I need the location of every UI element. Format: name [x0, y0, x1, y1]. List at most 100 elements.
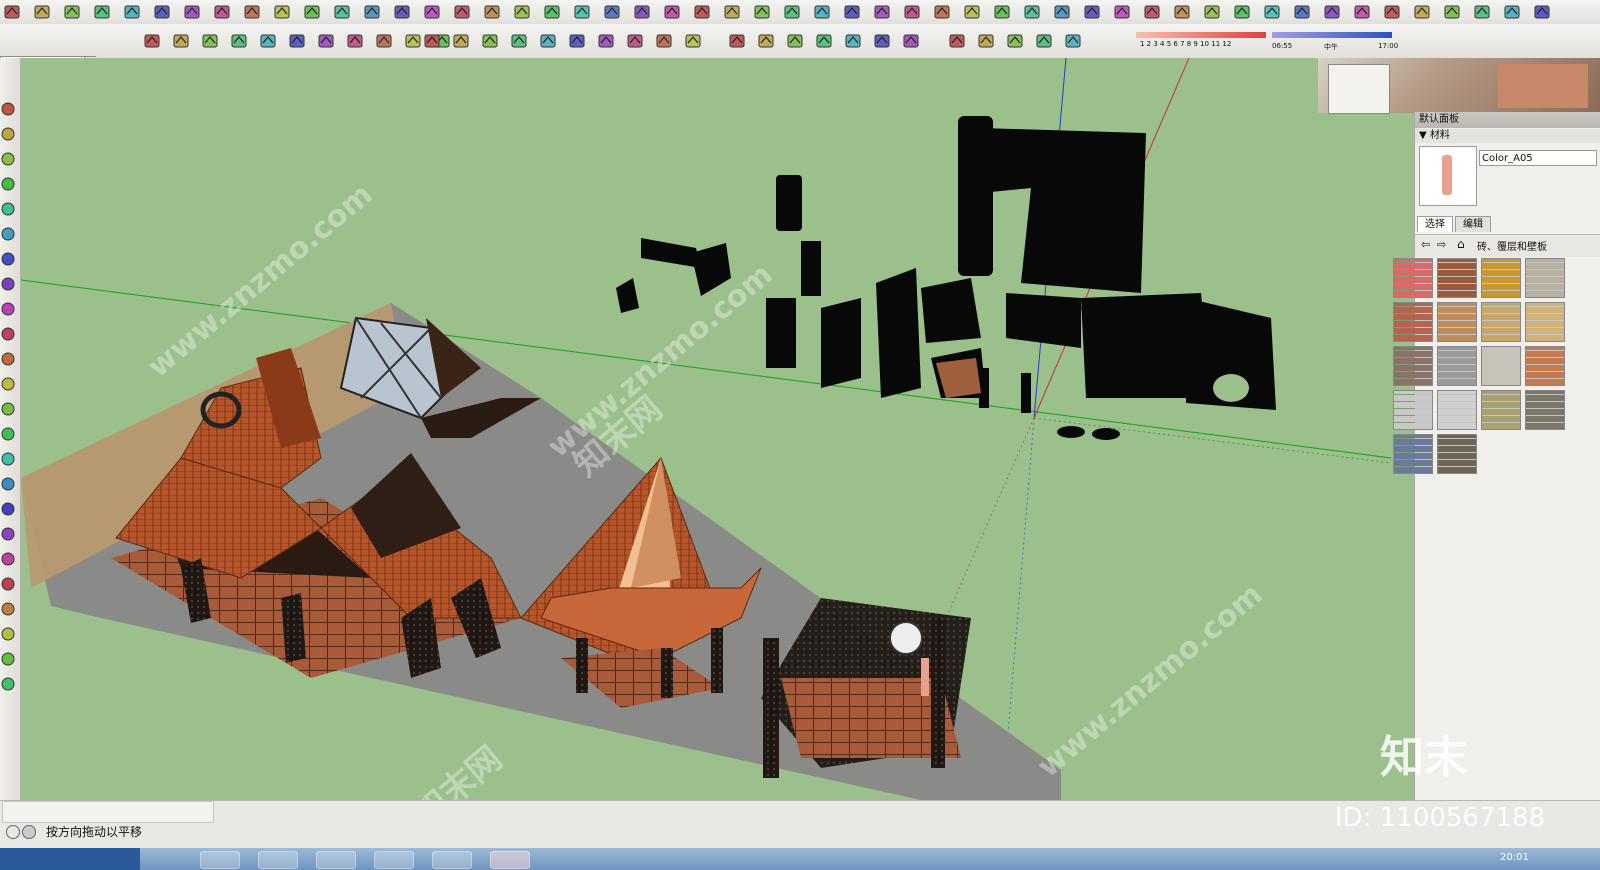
- row1-tool-button[interactable]: [60, 0, 84, 24]
- row1-tool-button[interactable]: [1500, 0, 1524, 24]
- row1-tool-button[interactable]: [540, 0, 564, 24]
- camera-tool-button[interactable]: [314, 29, 338, 53]
- row1-tool-button[interactable]: [600, 0, 624, 24]
- left-tool-button[interactable]: [0, 323, 18, 345]
- material-category[interactable]: 砖、覆层和壁板: [1477, 238, 1547, 253]
- row1-tool-button[interactable]: [990, 0, 1014, 24]
- materials-section-header[interactable]: ▼ 材料: [1415, 129, 1600, 143]
- row1-tool-button[interactable]: [840, 0, 864, 24]
- row1-tool-button[interactable]: [1200, 0, 1224, 24]
- sandbox-tool-button[interactable]: [870, 29, 894, 53]
- left-tool-button[interactable]: [0, 573, 18, 595]
- sandbox-tool-button[interactable]: [812, 29, 836, 53]
- material-name-field[interactable]: Color_A05: [1479, 150, 1597, 166]
- material-swatch[interactable]: [1437, 390, 1477, 430]
- row1-tool-button[interactable]: [1380, 0, 1404, 24]
- row1-tool-button[interactable]: [1020, 0, 1044, 24]
- material-swatch[interactable]: [1525, 302, 1565, 342]
- style-tool-button[interactable]: [623, 29, 647, 53]
- camera-tool-button[interactable]: [285, 29, 309, 53]
- row1-tool-button[interactable]: [1230, 0, 1254, 24]
- row1-tool-button[interactable]: [1350, 0, 1374, 24]
- row1-tool-button[interactable]: [0, 0, 24, 24]
- camera-tool-button[interactable]: [256, 29, 280, 53]
- tab-edit[interactable]: 编辑: [1455, 216, 1491, 232]
- left-tool-button[interactable]: [0, 623, 18, 645]
- left-tool-button[interactable]: [0, 173, 18, 195]
- style-tool-button[interactable]: [449, 29, 473, 53]
- material-swatch[interactable]: [1525, 390, 1565, 430]
- row1-tool-button[interactable]: [720, 0, 744, 24]
- left-tool-button[interactable]: [0, 148, 18, 170]
- left-tool-button[interactable]: [0, 298, 18, 320]
- material-swatch[interactable]: [1437, 434, 1477, 474]
- camera-tool-button[interactable]: [169, 29, 193, 53]
- row1-tool-button[interactable]: [1410, 0, 1434, 24]
- row1-tool-button[interactable]: [420, 0, 444, 24]
- style-tool-button[interactable]: [536, 29, 560, 53]
- row1-tool-button[interactable]: [750, 0, 774, 24]
- row1-tool-button[interactable]: [690, 0, 714, 24]
- task-item[interactable]: [374, 851, 414, 869]
- camera-tool-button[interactable]: [372, 29, 396, 53]
- row1-tool-button[interactable]: [1050, 0, 1074, 24]
- row1-tool-button[interactable]: [120, 0, 144, 24]
- view-tool-button[interactable]: [1003, 29, 1027, 53]
- sandbox-tool-button[interactable]: [725, 29, 749, 53]
- material-swatch[interactable]: [1481, 258, 1521, 298]
- view-tool-button[interactable]: [945, 29, 969, 53]
- row1-tool-button[interactable]: [780, 0, 804, 24]
- user-icon[interactable]: [22, 825, 36, 839]
- forward-icon[interactable]: ⇨: [1437, 238, 1446, 251]
- home-icon[interactable]: ⌂: [1457, 237, 1465, 251]
- material-swatch[interactable]: [1393, 434, 1433, 474]
- row1-tool-button[interactable]: [1080, 0, 1104, 24]
- material-swatch[interactable]: [1393, 390, 1433, 430]
- style-tool-button[interactable]: [681, 29, 705, 53]
- row1-tool-button[interactable]: [930, 0, 954, 24]
- left-tool-button[interactable]: [0, 473, 18, 495]
- row1-tool-button[interactable]: [1470, 0, 1494, 24]
- material-swatch[interactable]: [1481, 302, 1521, 342]
- row1-tool-button[interactable]: [210, 0, 234, 24]
- material-swatch[interactable]: [1393, 302, 1433, 342]
- row1-tool-button[interactable]: [900, 0, 924, 24]
- material-swatch[interactable]: [1525, 258, 1565, 298]
- sandbox-tool-button[interactable]: [754, 29, 778, 53]
- camera-tool-button[interactable]: [140, 29, 164, 53]
- style-tool-button[interactable]: [420, 29, 444, 53]
- material-swatch[interactable]: [1525, 346, 1565, 386]
- row1-tool-button[interactable]: [960, 0, 984, 24]
- task-item[interactable]: [432, 851, 472, 869]
- left-tool-button[interactable]: [0, 548, 18, 570]
- start-button[interactable]: [0, 848, 140, 870]
- row1-tool-button[interactable]: [810, 0, 834, 24]
- row1-tool-button[interactable]: [300, 0, 324, 24]
- row1-tool-button[interactable]: [1320, 0, 1344, 24]
- style-tool-button[interactable]: [565, 29, 589, 53]
- row1-tool-button[interactable]: [30, 0, 54, 24]
- left-tool-button[interactable]: [0, 198, 18, 220]
- left-tool-button[interactable]: [0, 398, 18, 420]
- camera-tool-button[interactable]: [343, 29, 367, 53]
- tab-select[interactable]: 选择: [1417, 216, 1453, 232]
- style-tool-button[interactable]: [652, 29, 676, 53]
- left-tool-button[interactable]: [0, 98, 18, 120]
- style-tool-button[interactable]: [507, 29, 531, 53]
- camera-tool-button[interactable]: [198, 29, 222, 53]
- info-icon[interactable]: [6, 825, 20, 839]
- material-swatch[interactable]: [1437, 258, 1477, 298]
- row1-tool-button[interactable]: [1440, 0, 1464, 24]
- sandbox-tool-button[interactable]: [841, 29, 865, 53]
- row1-tool-button[interactable]: [660, 0, 684, 24]
- row1-tool-button[interactable]: [330, 0, 354, 24]
- month-slider[interactable]: [1136, 32, 1266, 38]
- row1-tool-button[interactable]: [480, 0, 504, 24]
- row1-tool-button[interactable]: [270, 0, 294, 24]
- row1-tool-button[interactable]: [1170, 0, 1194, 24]
- left-tool-button[interactable]: [0, 448, 18, 470]
- left-tool-button[interactable]: [0, 248, 18, 270]
- row1-tool-button[interactable]: [630, 0, 654, 24]
- row1-tool-button[interactable]: [390, 0, 414, 24]
- row1-tool-button[interactable]: [510, 0, 534, 24]
